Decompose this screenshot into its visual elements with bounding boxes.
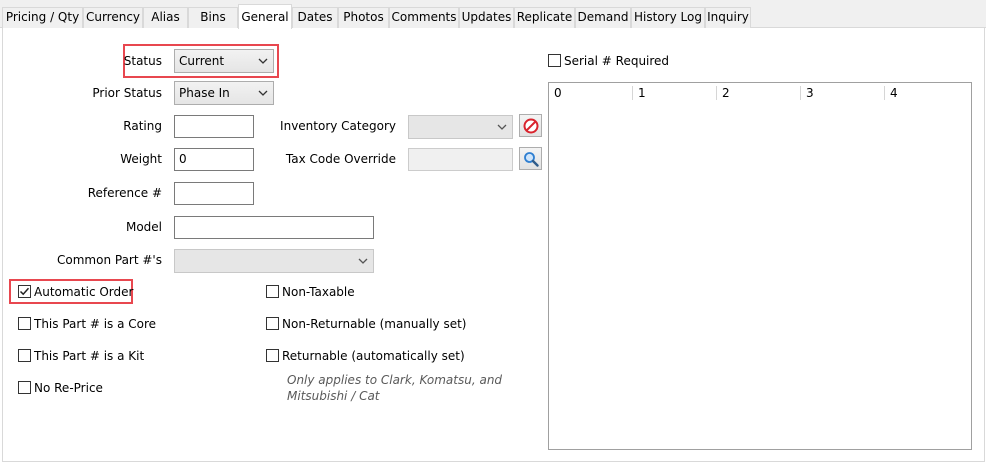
tab-general[interactable]: General — [238, 4, 292, 29]
tab-pricing-qty[interactable]: Pricing / Qty — [2, 7, 83, 28]
chevron-down-icon — [358, 258, 368, 264]
reference-input[interactable] — [174, 182, 254, 205]
chevron-down-icon — [497, 124, 507, 130]
tab-alias[interactable]: Alias — [143, 7, 188, 28]
non-returnable-label: Non-Returnable (manually set) — [282, 317, 467, 331]
grid-column-header[interactable]: 0 — [549, 83, 562, 103]
clear-category-button[interactable] — [519, 114, 542, 137]
prior-status-select[interactable]: Phase In — [174, 81, 274, 105]
reference-label: Reference # — [87, 186, 162, 200]
rating-input[interactable] — [174, 115, 254, 138]
automatic-order-checkbox[interactable] — [18, 285, 31, 298]
tab-currency[interactable]: Currency — [83, 7, 143, 28]
status-select[interactable]: Current — [174, 49, 274, 73]
weight-label: Weight — [120, 152, 162, 166]
non-taxable-label: Non-Taxable — [282, 285, 355, 299]
tab-comments[interactable]: Comments — [389, 7, 459, 28]
non-returnable-checkbox[interactable] — [266, 317, 279, 330]
status-label: Status — [123, 54, 162, 68]
grid-column-header[interactable]: 4 — [885, 83, 898, 103]
prior-status-value: Phase In — [179, 86, 230, 100]
grid-column-header[interactable]: 3 — [801, 83, 814, 103]
returnable-label: Returnable (automatically set) — [282, 349, 465, 363]
rating-label: Rating — [123, 119, 162, 133]
grid-column-header[interactable]: 1 — [633, 83, 646, 103]
non-taxable-checkbox[interactable] — [266, 285, 279, 298]
grid-column-header[interactable]: 2 — [717, 83, 730, 103]
returnable-note: Only applies to Clark, Komatsu, and Mits… — [287, 373, 503, 403]
serial-required-label: Serial # Required — [564, 54, 670, 68]
tab-demand[interactable]: Demand — [575, 7, 631, 28]
tab-photos[interactable]: Photos — [338, 7, 389, 28]
tab-bins[interactable]: Bins — [188, 7, 238, 28]
kit-checkbox[interactable] — [18, 349, 31, 362]
inventory-category-label: Inventory Category — [280, 119, 396, 133]
serial-number-grid[interactable]: 0 1 2 3 4 — [548, 82, 972, 450]
core-checkbox[interactable] — [18, 317, 31, 330]
chevron-down-icon — [258, 58, 268, 64]
tax-code-label: Tax Code Override — [285, 152, 396, 166]
returnable-checkbox[interactable] — [266, 349, 279, 362]
weight-input[interactable]: 0 — [174, 148, 254, 171]
tab-replicate[interactable]: Replicate — [514, 7, 575, 28]
core-label: This Part # is a Core — [34, 317, 157, 331]
automatic-order-label: Automatic Order — [34, 285, 134, 299]
inventory-category-select[interactable] — [408, 115, 513, 139]
tab-updates[interactable]: Updates — [459, 7, 514, 28]
no-reprice-checkbox[interactable] — [18, 381, 31, 394]
tab-history-log[interactable]: History Log — [631, 7, 705, 28]
common-parts-select[interactable] — [174, 249, 374, 273]
model-input[interactable] — [174, 216, 374, 239]
serial-required-checkbox[interactable] — [548, 54, 561, 67]
tab-dates[interactable]: Dates — [292, 7, 338, 28]
model-label: Model — [125, 220, 162, 234]
tab-inquiry[interactable]: Inquiry — [705, 7, 751, 28]
status-value: Current — [179, 54, 225, 68]
prior-status-label: Prior Status — [92, 86, 162, 100]
chevron-down-icon — [258, 90, 268, 96]
checkmark-icon — [19, 287, 30, 296]
no-entry-icon — [523, 118, 539, 134]
common-parts-label: Common Part #'s — [57, 253, 162, 267]
magnifier-icon — [524, 152, 539, 167]
no-reprice-label: No Re-Price — [34, 381, 103, 395]
tax-code-input[interactable] — [408, 148, 513, 171]
kit-label: This Part # is a Kit — [34, 349, 145, 363]
tax-code-search-button[interactable] — [519, 147, 542, 170]
